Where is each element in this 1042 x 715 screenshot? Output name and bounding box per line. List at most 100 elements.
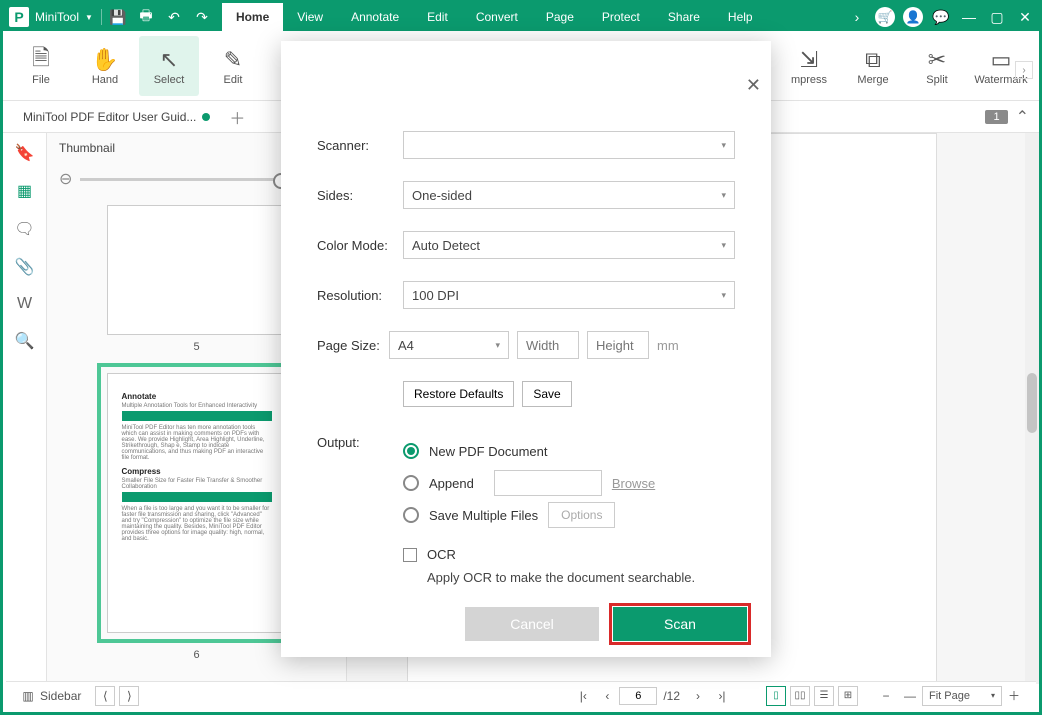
width-input[interactable] [517, 331, 579, 359]
restore-defaults-button[interactable]: Restore Defaults [403, 381, 514, 407]
file-button[interactable]: 🗎File [11, 36, 71, 96]
height-input[interactable] [587, 331, 649, 359]
vertical-scrollbar[interactable] [1025, 133, 1039, 684]
sidebar-toggle-icon[interactable]: ▥ [18, 686, 38, 706]
account-icon[interactable]: 👤 [903, 7, 923, 27]
minimize-icon[interactable]: — [955, 3, 983, 31]
next-page-icon[interactable]: › [688, 686, 708, 706]
menu-home[interactable]: Home [222, 3, 283, 31]
scanner-label: Scanner: [317, 138, 403, 153]
view-single-icon[interactable]: ▯ [766, 686, 786, 706]
word-icon[interactable]: W [17, 295, 32, 313]
save-icon[interactable]: 💾 [104, 3, 132, 31]
last-page-icon[interactable]: ›| [712, 686, 732, 706]
sides-label: Sides: [317, 188, 403, 203]
undo-icon[interactable]: ↶ [160, 3, 188, 31]
multi-options-button[interactable]: Options [548, 502, 615, 528]
view-continuous-icon[interactable]: ☰ [814, 686, 834, 706]
menu-page[interactable]: Page [532, 3, 588, 31]
menu-annotate[interactable]: Annotate [337, 3, 413, 31]
select-button[interactable]: ↖Select [139, 36, 199, 96]
dialog-close-icon[interactable]: ✕ [746, 75, 761, 96]
output-multi-radio[interactable]: Save Multiple Files Options [403, 499, 655, 531]
app-name-dropdown-icon[interactable]: ▼ [85, 13, 99, 22]
side-icon-bar: 🔖 ▦ 🗨 📎 W 🔍 [3, 133, 47, 684]
menu-convert[interactable]: Convert [462, 3, 532, 31]
compress-icon: ⇲ [800, 46, 818, 74]
fit-page-dropdown[interactable]: Fit Page▾ [922, 686, 1002, 706]
view-double-icon[interactable]: ▯▯ [790, 686, 810, 706]
page-badge: 1 [985, 110, 1007, 124]
zoom-in-status-icon[interactable]: ＋ [1004, 686, 1024, 706]
append-path-input[interactable] [494, 470, 602, 496]
zoom-out-icon[interactable]: ⊖ [59, 169, 72, 189]
document-tab[interactable]: MiniTool PDF Editor User Guid... [13, 106, 220, 128]
scanner-select[interactable]: ▾ [403, 131, 735, 159]
split-button[interactable]: ✂Split [907, 36, 967, 96]
titlebar: P MiniTool ▼ 💾 🖶 ↶ ↷ Home View Annotate … [3, 3, 1039, 31]
unit-label: mm [657, 338, 679, 353]
comments-icon[interactable]: 🗨 [14, 219, 34, 239]
zoom-out-status-icon[interactable]: − [876, 686, 896, 706]
colormode-select[interactable]: Auto Detect▾ [403, 231, 735, 259]
output-newdoc-radio[interactable]: New PDF Document [403, 435, 655, 467]
attachments-icon[interactable]: 📎 [15, 257, 35, 277]
output-append-radio[interactable]: Append Browse [403, 467, 655, 499]
browse-link[interactable]: Browse [612, 476, 655, 491]
collapse-ribbon-icon[interactable]: ⌃ [1016, 107, 1029, 127]
chat-icon[interactable]: 💬 [927, 3, 955, 31]
thumbnail-zoom-slider[interactable] [80, 178, 312, 181]
close-window-icon[interactable]: ✕ [1011, 3, 1039, 31]
radio-on-icon [403, 443, 419, 459]
thumbnails-icon[interactable]: ▦ [17, 181, 32, 201]
select-icon: ↖ [160, 46, 178, 74]
next-page-set-icon[interactable]: ⟩ [119, 686, 139, 706]
statusbar: ▥ Sidebar ⟨ ⟩ |‹ ‹ /12 › ›| ▯ ▯▯ ☰ ⊞ − —… [6, 681, 1036, 709]
ocr-checkbox-row[interactable]: OCR [403, 547, 735, 562]
unsaved-dot-icon [202, 113, 210, 121]
compress-button[interactable]: ⇲mpress [779, 36, 839, 96]
hand-icon: ✋ [91, 46, 118, 74]
checkbox-icon [403, 548, 417, 562]
output-label: Output: [317, 435, 403, 531]
search-icon[interactable]: 🔍 [15, 331, 35, 351]
menu-share[interactable]: Share [654, 3, 714, 31]
scan-dialog: ✕ Scanner: ▾ Sides: One-sided▾ Color Mod… [281, 41, 771, 657]
view-grid-icon[interactable]: ⊞ [838, 686, 858, 706]
main-menu: Home View Annotate Edit Convert Page Pro… [222, 3, 767, 31]
add-tab-button[interactable]: ＋ [226, 106, 248, 128]
cart-icon[interactable]: 🛒 [875, 7, 895, 27]
colormode-label: Color Mode: [317, 238, 403, 253]
pagesize-select[interactable]: A4▾ [389, 331, 509, 359]
cancel-button[interactable]: Cancel [465, 607, 599, 641]
edit-button[interactable]: ✎Edit [203, 36, 263, 96]
menu-chevron-icon[interactable]: › [843, 3, 871, 31]
resolution-label: Resolution: [317, 288, 403, 303]
redo-icon[interactable]: ↷ [188, 3, 216, 31]
ribbon-more-icon[interactable]: › [1015, 61, 1033, 79]
menu-help[interactable]: Help [714, 3, 767, 31]
scan-button[interactable]: Scan [613, 607, 747, 641]
total-pages: /12 [663, 689, 680, 703]
maximize-icon[interactable]: ▢ [983, 3, 1011, 31]
current-page-input[interactable] [619, 687, 657, 705]
prev-page-icon[interactable]: ‹ [597, 686, 617, 706]
split-icon: ✂ [928, 46, 946, 74]
bookmark-icon[interactable]: 🔖 [15, 143, 35, 163]
ocr-description: Apply OCR to make the document searchabl… [427, 570, 735, 585]
first-page-icon[interactable]: |‹ [573, 686, 593, 706]
merge-button[interactable]: ⧉Merge [843, 36, 903, 96]
sides-select[interactable]: One-sided▾ [403, 181, 735, 209]
menu-protect[interactable]: Protect [588, 3, 654, 31]
zoom-reset-status-icon[interactable]: — [900, 686, 920, 706]
radio-off-icon [403, 507, 419, 523]
ocr-label: OCR [427, 547, 456, 562]
watermark-icon: ▭ [991, 46, 1012, 74]
menu-view[interactable]: View [283, 3, 337, 31]
prev-page-set-icon[interactable]: ⟨ [95, 686, 115, 706]
resolution-select[interactable]: 100 DPI▾ [403, 281, 735, 309]
hand-button[interactable]: ✋Hand [75, 36, 135, 96]
save-settings-button[interactable]: Save [522, 381, 571, 407]
menu-edit[interactable]: Edit [413, 3, 462, 31]
print-icon[interactable]: 🖶 [132, 3, 160, 31]
